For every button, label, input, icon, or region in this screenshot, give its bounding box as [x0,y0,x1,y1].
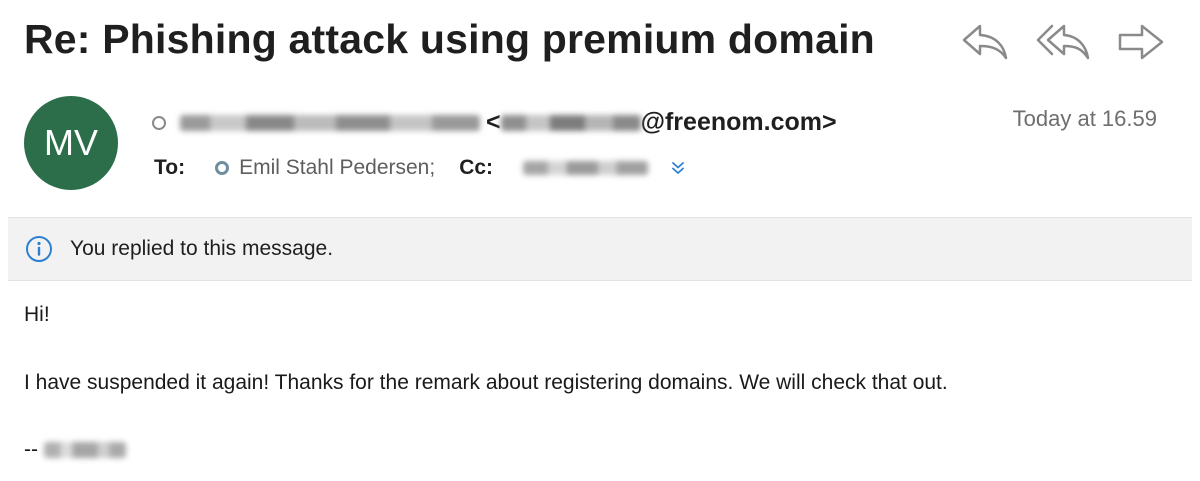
presence-status-icon [152,115,166,130]
info-icon [24,234,54,264]
email-subject: Re: Phishing attack using premium domain [24,16,875,62]
reply-all-icon [1036,24,1090,60]
sender-address-redacted [500,114,641,131]
sender-address-domain: @freenom.com> [640,108,837,136]
presence-status-icon [215,161,230,175]
chevron-double-down-icon [672,162,684,174]
recipient-name: Emil Stahl Pedersen; [239,156,436,179]
cc-recipient-redacted[interactable] [523,161,649,175]
reply-icon [962,24,1008,60]
body-greeting: Hi! [24,303,50,326]
sender-name-redacted [180,114,480,131]
forward-button[interactable] [1111,20,1171,64]
reply-all-button[interactable] [1033,20,1093,64]
sender-avatar: MV [24,96,118,190]
expand-recipients-button[interactable] [670,160,686,176]
message-timestamp: Today at 16.59 [1012,106,1157,131]
to-label: To: [154,156,186,179]
recipients-row: To: Emil Stahl Pedersen; Cc: [154,156,686,180]
body-message: I have suspended it again! Thanks for th… [24,371,948,394]
sender-row[interactable]: < @freenom.com> [152,108,837,137]
signature-name-redacted [44,442,126,458]
cc-label: Cc: [459,156,494,179]
sender-address-open: < [486,108,501,136]
reply-notice-text: You replied to this message. [70,237,334,260]
recipient-item[interactable]: Emil Stahl Pedersen; [215,156,435,180]
message-actions [955,20,1171,64]
signature-prefix: -- [24,438,38,461]
body-signature: -- [24,438,126,462]
reply-button[interactable] [955,20,1015,64]
reply-notice-banner: You replied to this message. [8,217,1192,281]
forward-icon [1118,24,1164,60]
